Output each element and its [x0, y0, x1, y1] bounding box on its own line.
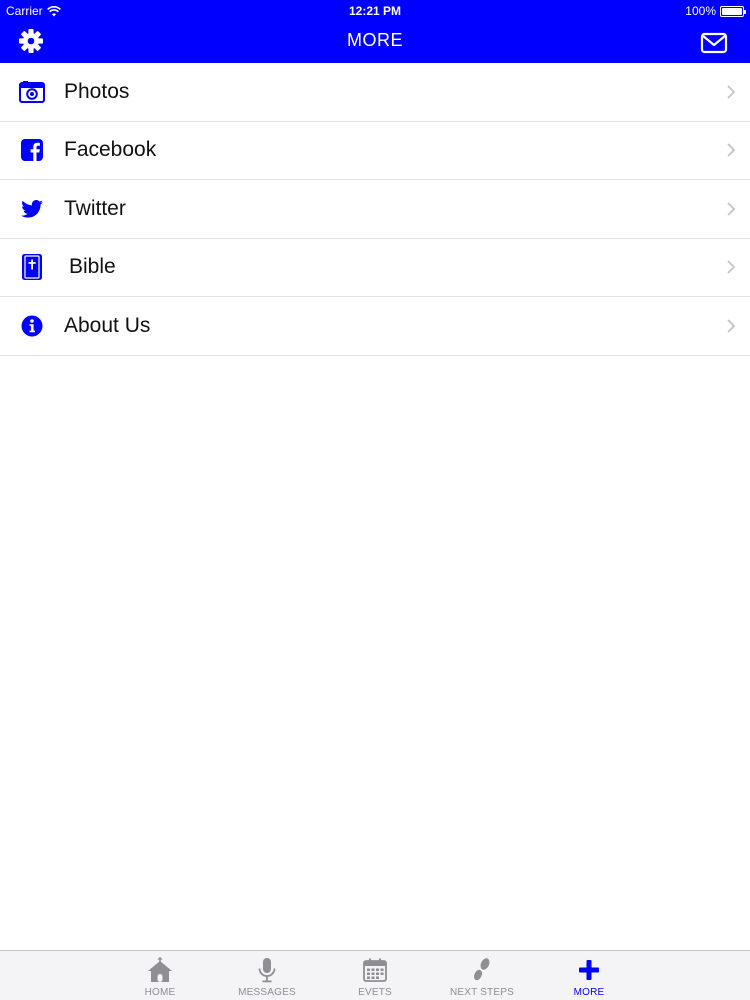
chevron-right-icon — [727, 319, 736, 333]
page-title: MORE — [347, 30, 403, 50]
microphone-icon — [253, 956, 281, 984]
battery-icon — [720, 5, 746, 17]
tab-more[interactable]: MORE — [539, 951, 639, 1000]
menu-item-twitter[interactable]: Twitter — [0, 180, 750, 239]
info-icon — [19, 313, 45, 339]
tab-messages[interactable]: MESSAGES — [217, 951, 317, 1000]
menu-item-label: Photos — [64, 79, 130, 103]
battery-percent: 100% — [685, 4, 716, 18]
plus-icon — [575, 956, 603, 984]
menu-item-label: About Us — [64, 313, 151, 337]
mail-button[interactable] — [700, 31, 728, 55]
tab-home[interactable]: HOME — [110, 951, 210, 1000]
twitter-icon — [19, 196, 45, 222]
menu-item-label: Bible — [69, 255, 116, 279]
chevron-right-icon — [727, 202, 736, 216]
tab-label: EVETS — [358, 987, 392, 998]
tab-label: HOME — [144, 987, 176, 998]
battery-indicator: 100% — [685, 4, 746, 18]
church-icon — [146, 956, 174, 984]
tab-next-steps[interactable]: NEXT STEPS — [432, 951, 532, 1000]
menu-item-about-us[interactable]: About Us — [0, 297, 750, 356]
chevron-right-icon — [727, 260, 736, 274]
facebook-icon — [19, 137, 45, 163]
more-menu-list: Photos Facebook Twitter Bible About Us — [0, 63, 750, 356]
menu-item-facebook[interactable]: Facebook — [0, 121, 750, 180]
top-bar: Carrier 12:21 PM 100% MORE — [0, 0, 750, 63]
menu-item-label: Facebook — [64, 138, 157, 162]
menu-item-photos[interactable]: Photos — [0, 63, 750, 122]
tab-label: NEXT STEPS — [449, 987, 515, 998]
tab-bar: HOME MESSAGES EVETS NEXT STEPS MORE — [0, 950, 750, 1000]
menu-item-label: Twitter — [64, 196, 126, 220]
chevron-right-icon — [727, 143, 736, 157]
calendar-icon — [361, 956, 389, 984]
tab-label: MESSAGES — [238, 987, 296, 998]
tab-events[interactable]: EVETS — [325, 951, 425, 1000]
mail-icon — [700, 32, 728, 54]
status-bar: Carrier 12:21 PM 100% — [0, 0, 750, 22]
status-time: 12:21 PM — [348, 4, 402, 18]
footsteps-icon — [468, 956, 496, 984]
menu-item-bible[interactable]: Bible — [0, 238, 750, 297]
tab-label: MORE — [573, 987, 605, 998]
bible-icon — [19, 254, 45, 281]
camera-icon — [19, 79, 45, 105]
chevron-right-icon — [727, 85, 736, 99]
battery-fill — [722, 7, 742, 15]
